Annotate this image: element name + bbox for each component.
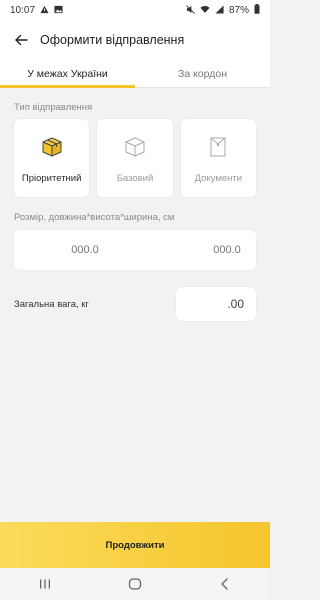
box-filled-icon bbox=[40, 135, 64, 164]
height-input[interactable] bbox=[156, 238, 298, 262]
tab-within-ukraine[interactable]: У межах України bbox=[0, 60, 135, 88]
battery-percent: 87% bbox=[228, 4, 249, 16]
continue-button[interactable]: Продовжити bbox=[0, 522, 270, 568]
shipment-type-basic[interactable]: Базовий bbox=[97, 119, 173, 197]
clock: 10:07 bbox=[10, 4, 36, 16]
home-icon[interactable] bbox=[115, 572, 155, 596]
image-icon bbox=[54, 5, 63, 16]
width-input[interactable] bbox=[298, 238, 320, 262]
shipment-type-documents-label: Документи bbox=[194, 173, 243, 184]
signal-icon bbox=[215, 4, 224, 16]
battery-icon bbox=[254, 4, 260, 16]
shipment-type-documents[interactable]: Документи bbox=[180, 119, 256, 197]
system-nav-bar bbox=[0, 568, 270, 600]
dimensions-inputs bbox=[14, 230, 320, 270]
app-header: Оформити відправлення bbox=[0, 20, 270, 60]
weight-row: Загальна вага, кг .00 bbox=[14, 287, 256, 321]
envelope-icon bbox=[206, 135, 230, 164]
dimensions-label: Розмір, довжина*висота*ширина, см bbox=[14, 212, 175, 223]
shipment-type-priority[interactable]: Пріоритетний bbox=[14, 119, 90, 197]
mute-icon bbox=[186, 4, 195, 16]
length-input[interactable] bbox=[14, 238, 156, 262]
wifi-icon bbox=[200, 5, 210, 16]
status-bar: 10:07 87% bbox=[0, 0, 270, 20]
weight-input[interactable]: .00 bbox=[176, 287, 256, 321]
shipment-type-basic-label: Базовий bbox=[116, 173, 154, 184]
weight-label: Загальна вага, кг bbox=[14, 298, 89, 310]
arrow-left-icon[interactable] bbox=[12, 31, 30, 49]
box-outline-icon bbox=[123, 135, 147, 164]
recent-apps-icon[interactable] bbox=[25, 572, 65, 596]
tabs: У межах України За кордон bbox=[0, 60, 270, 88]
warning-icon bbox=[40, 5, 49, 16]
back-nav-icon[interactable] bbox=[205, 572, 245, 596]
shipment-type-label: Тип відправлення bbox=[14, 102, 93, 113]
page-title: Оформити відправлення bbox=[40, 33, 185, 47]
tab-abroad[interactable]: За кордон bbox=[135, 60, 270, 87]
shipment-type-options: Пріоритетний Базовий Документи bbox=[14, 119, 256, 197]
shipment-type-priority-label: Пріоритетний bbox=[21, 173, 82, 184]
